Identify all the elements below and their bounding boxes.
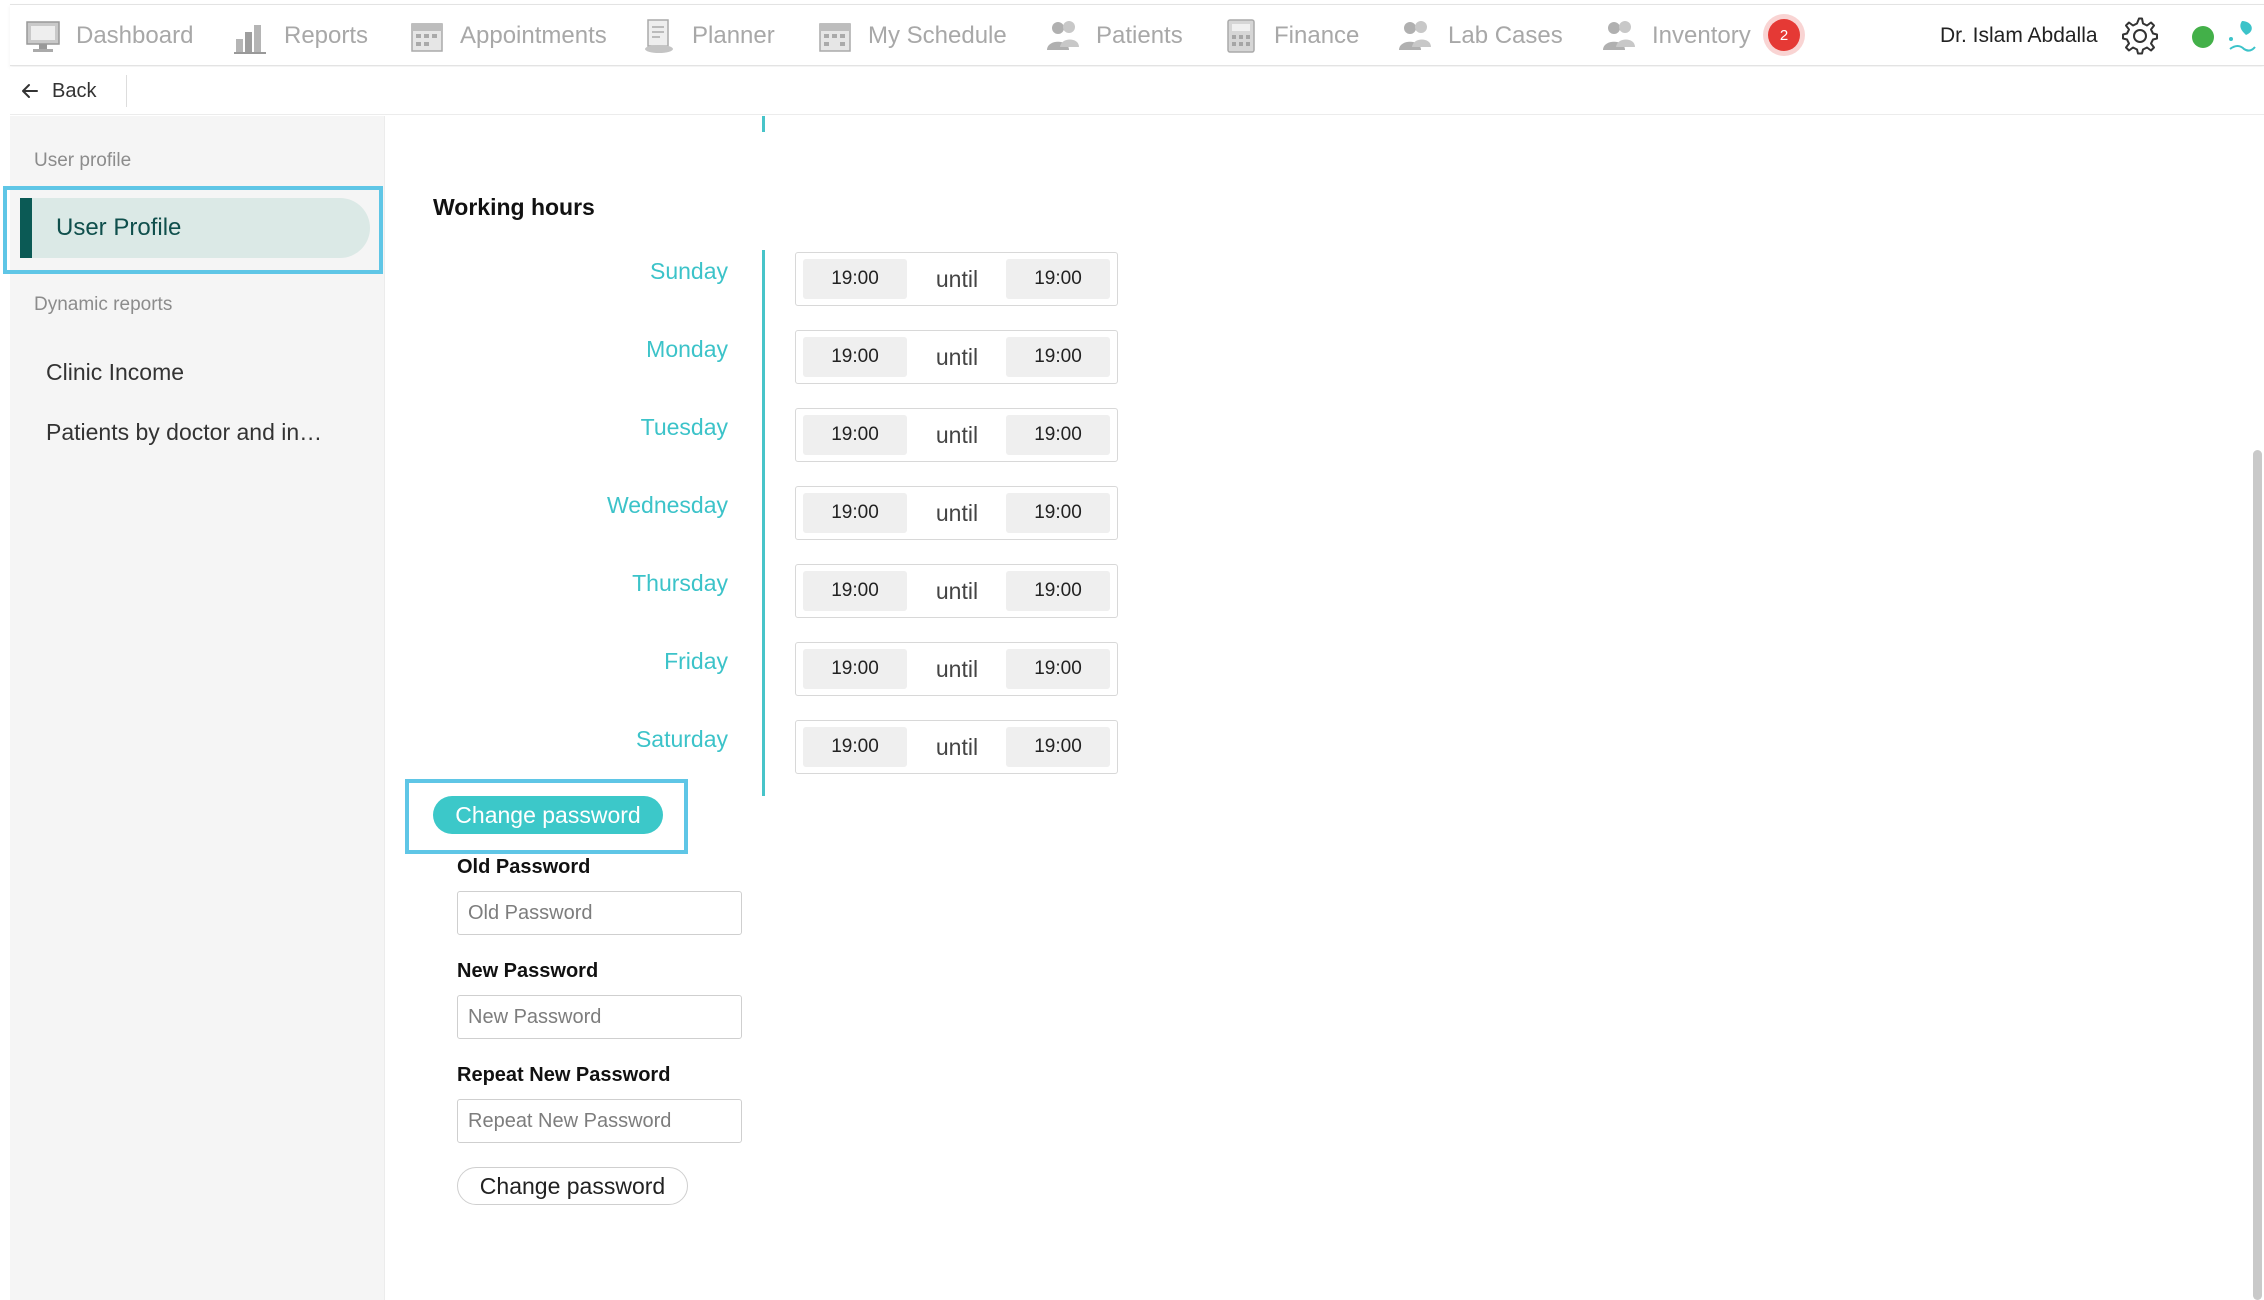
reports-icon [232, 17, 270, 55]
online-status-dot [2192, 26, 2214, 48]
day-label-tuesday: Tuesday [640, 414, 728, 440]
sidebar-group-user-profile: User profile [34, 150, 132, 171]
inventory-icon [1600, 17, 1638, 55]
nav-inventory[interactable]: Inventory [1600, 5, 1751, 67]
nav-label: Planner [692, 22, 775, 49]
hours-row-monday: 19:00 until 19:00 [795, 330, 1118, 384]
day-label-saturday: Saturday [635, 726, 728, 752]
lab-cases-icon [1396, 17, 1434, 55]
time-to[interactable]: 19:00 [1006, 571, 1110, 611]
time-to[interactable]: 19:00 [1006, 649, 1110, 689]
time-from[interactable]: 19:00 [803, 571, 907, 611]
time-from[interactable]: 19:00 [803, 415, 907, 455]
time-from[interactable]: 19:00 [803, 649, 907, 689]
new-password-field[interactable] [457, 995, 742, 1039]
hours-row-saturday: 19:00 until 19:00 [795, 720, 1118, 774]
until-label: until [935, 421, 979, 448]
hours-row-thursday: 19:00 until 19:00 [795, 564, 1118, 618]
nav-appointments[interactable]: Appointments [408, 5, 607, 67]
sidebar-item-patients-by-doctor[interactable]: Patients by doctor and in… [46, 419, 322, 446]
old-password-field[interactable] [457, 891, 742, 935]
timeline-line [762, 250, 765, 796]
new-password-label: New Password [457, 960, 599, 982]
nav-reports[interactable]: Reports [232, 5, 368, 67]
appointments-icon [408, 17, 446, 55]
old-password-label: Old Password [457, 856, 591, 878]
user-name[interactable]: Dr. Islam Abdalla [1940, 5, 2098, 67]
top-nav-bar: Dashboard Reports Appointments Planner M… [10, 4, 2264, 66]
back-label: Back [52, 79, 97, 102]
time-to[interactable]: 19:00 [1006, 337, 1110, 377]
back-bar: Back [10, 67, 2264, 115]
day-label-sunday: Sunday [649, 258, 728, 284]
time-to[interactable]: 19:00 [1006, 727, 1110, 767]
notification-badge[interactable]: 2 [1768, 19, 1800, 51]
repeat-password-field[interactable] [457, 1099, 742, 1143]
until-label: until [935, 499, 979, 526]
hours-row-sunday: 19:00 until 19:00 [795, 252, 1118, 306]
time-from[interactable]: 19:00 [803, 727, 907, 767]
time-from[interactable]: 19:00 [803, 259, 907, 299]
patients-icon [1044, 17, 1082, 55]
working-hours-title: Working hours [433, 194, 595, 220]
repeat-password-label: Repeat New Password [457, 1064, 671, 1086]
change-password-button[interactable]: Change password [457, 1167, 688, 1205]
hours-row-friday: 19:00 until 19:00 [795, 642, 1118, 696]
nav-label: Patients [1096, 22, 1183, 49]
nav-lab-cases[interactable]: Lab Cases [1396, 5, 1563, 67]
time-to[interactable]: 19:00 [1006, 493, 1110, 533]
nav-label: Inventory [1652, 22, 1751, 49]
timeline-line-top [762, 116, 765, 132]
sidebar: User profile User Profile Dynamic report… [3, 116, 385, 1300]
hours-row-wednesday: 19:00 until 19:00 [795, 486, 1118, 540]
nav-my-schedule[interactable]: My Schedule [816, 5, 1007, 67]
nav-label: Dashboard [76, 22, 194, 49]
day-label-wednesday: Wednesday [606, 492, 728, 518]
day-label-friday: Friday [664, 648, 728, 674]
until-label: until [935, 343, 979, 370]
nav-finance[interactable]: Finance [1222, 5, 1359, 67]
day-label-thursday: Thursday [632, 570, 728, 596]
until-label: until [935, 265, 979, 292]
finance-icon [1222, 17, 1260, 55]
brand-logo [2224, 19, 2258, 55]
gear-icon[interactable] [2120, 16, 2160, 56]
nav-label: Reports [284, 22, 369, 49]
nav-label: Appointments [460, 22, 607, 49]
schedule-icon [816, 17, 854, 55]
time-from[interactable]: 19:00 [803, 337, 907, 377]
time-to[interactable]: 19:00 [1006, 259, 1110, 299]
until-label: until [935, 655, 979, 682]
change-password-toggle[interactable]: Change password [433, 796, 663, 834]
nav-label: Lab Cases [1448, 22, 1563, 49]
arrow-left-icon [22, 84, 38, 98]
nav-label: My Schedule [868, 22, 1007, 49]
nav-planner[interactable]: Planner [640, 5, 775, 67]
scrollbar-thumb[interactable] [2253, 450, 2262, 1300]
nav-dashboard[interactable]: Dashboard [24, 5, 193, 67]
time-from[interactable]: 19:00 [803, 493, 907, 533]
divider [126, 75, 127, 107]
highlight-frame [3, 186, 383, 274]
back-button[interactable]: Back [20, 67, 96, 115]
until-label: until [935, 577, 979, 604]
nav-patients[interactable]: Patients [1044, 5, 1183, 67]
until-label: until [935, 733, 979, 760]
planner-icon [640, 17, 678, 55]
dashboard-icon [24, 17, 62, 55]
sidebar-group-dynamic-reports: Dynamic reports [34, 294, 173, 315]
sidebar-item-clinic-income[interactable]: Clinic Income [46, 359, 184, 386]
hours-row-tuesday: 19:00 until 19:00 [795, 408, 1118, 462]
time-to[interactable]: 19:00 [1006, 415, 1110, 455]
nav-label: Finance [1274, 22, 1360, 49]
day-label-monday: Monday [646, 336, 728, 362]
